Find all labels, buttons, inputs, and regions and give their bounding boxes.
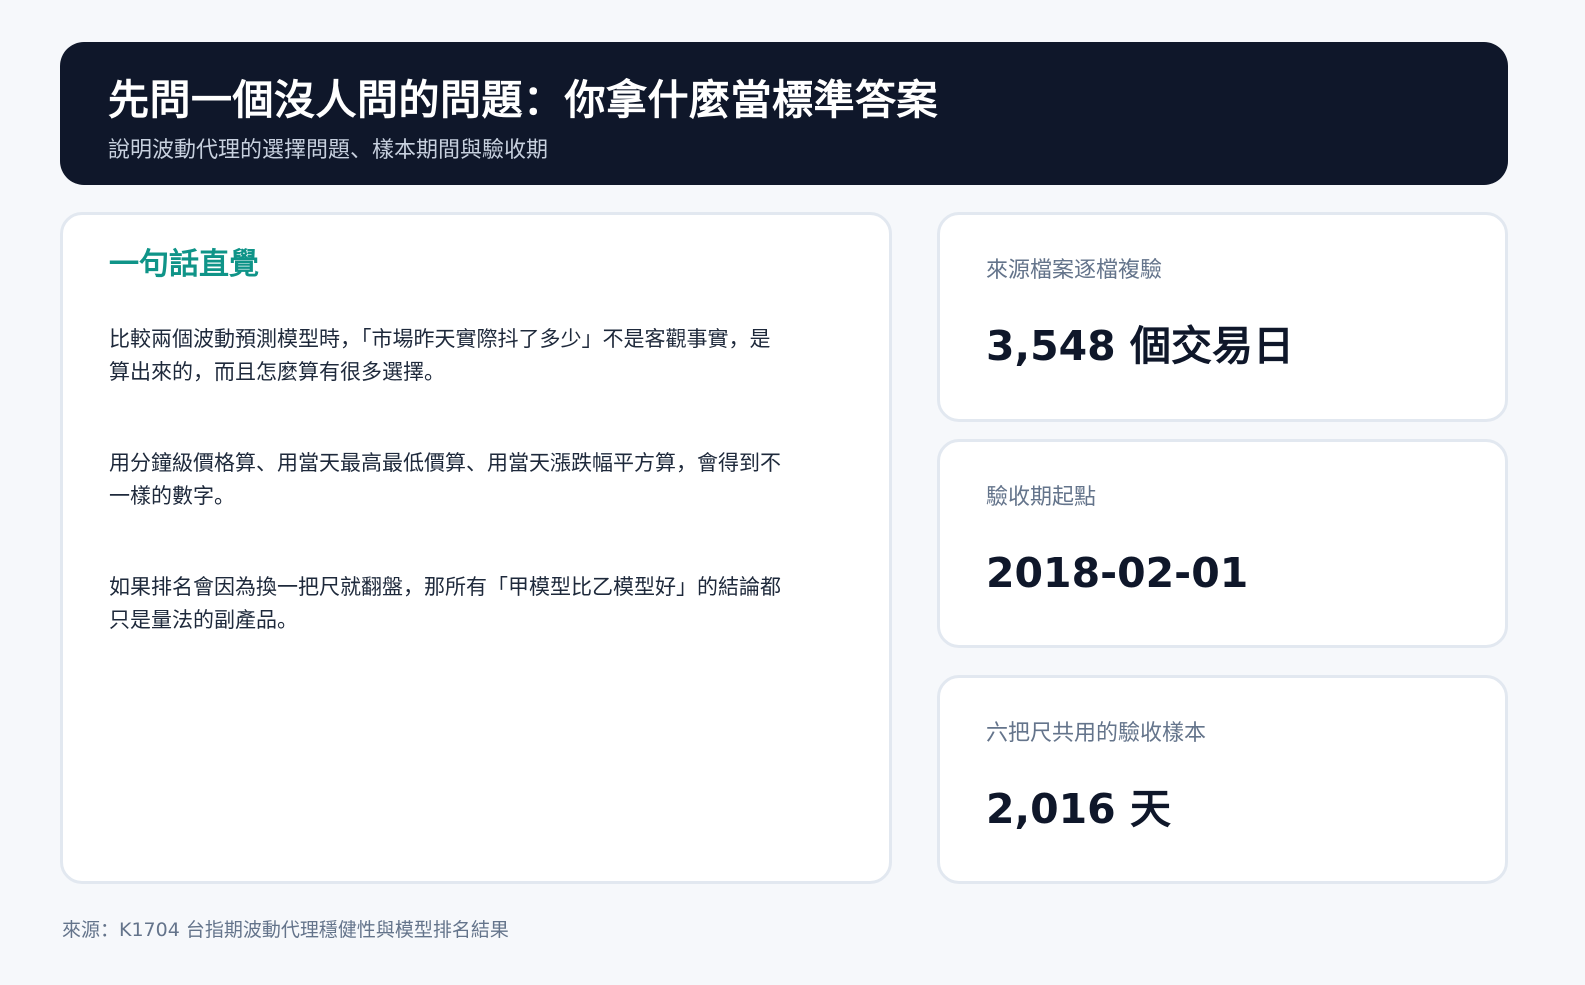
stat-card-shared-sample: 六把尺共用的驗收樣本 2,016 天 (937, 675, 1508, 884)
intuition-paragraph-2: 用分鐘級價格算、用當天最高最低價算、用當天漲跌幅平方算，會得到不一樣的數字。 (109, 451, 781, 508)
intuition-paragraph-3: 如果排名會因為換一把尺就翻盤，那所有「甲模型比乙模型好」的結論都只是量法的副產品… (109, 575, 781, 632)
intuition-paragraph-1: 比較兩個波動預測模型時，「市場昨天實際抖了多少」不是客觀事實，是算出來的，而且怎… (109, 327, 771, 384)
stat-card-validation-start: 驗收期起點 2018-02-01 (937, 439, 1508, 648)
stat-value: 2,016 天 (986, 785, 1171, 833)
stat-label: 驗收期起點 (986, 485, 1097, 510)
page-title: 先問一個沒人問的問題：你拿什麼當標準答案 (108, 76, 938, 124)
source-note: 來源：K1704 台指期波動代理穩健性與模型排名結果 (62, 919, 509, 941)
intuition-heading: 一句話直覺 (109, 247, 259, 282)
header-banner: 先問一個沒人問的問題：你拿什麼當標準答案 說明波動代理的選擇問題、樣本期間與驗收… (60, 42, 1508, 185)
stat-card-trading-days: 來源檔案逐檔複驗 3,548 個交易日 (937, 212, 1508, 422)
stat-label: 來源檔案逐檔複驗 (986, 258, 1163, 283)
page-subtitle: 說明波動代理的選擇問題、樣本期間與驗收期 (108, 138, 549, 163)
stat-value: 2018-02-01 (986, 549, 1249, 597)
intuition-card: 一句話直覺 比較兩個波動預測模型時，「市場昨天實際抖了多少」不是客觀事實，是算出… (60, 212, 892, 884)
stat-label: 六把尺共用的驗收樣本 (986, 721, 1207, 746)
stat-value: 3,548 個交易日 (986, 322, 1294, 370)
